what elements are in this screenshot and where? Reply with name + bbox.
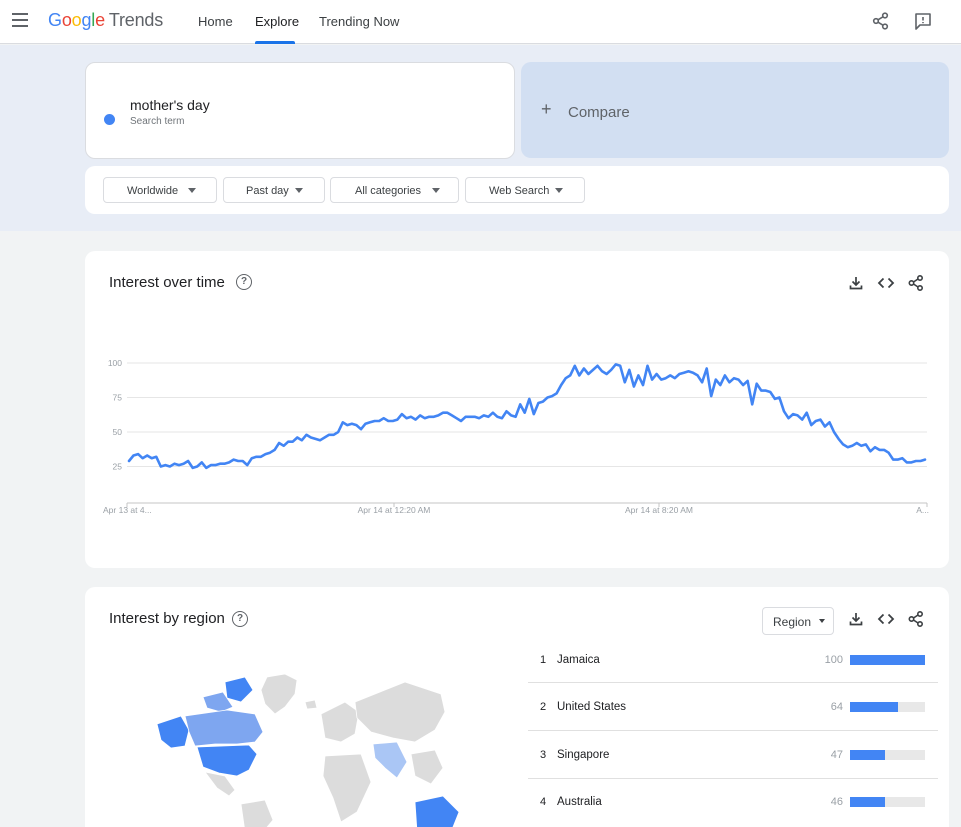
region-name: United States [557,701,627,713]
region-row[interactable]: 4 Australia 46 [528,780,938,827]
chevron-down-icon [432,188,440,193]
x-tick-label: Apr 13 at 4... [103,505,152,515]
share-icon[interactable] [907,610,925,628]
map-region-united-states[interactable] [196,744,258,777]
map-region-europe[interactable] [320,701,360,743]
embed-icon[interactable] [877,610,895,628]
filter-time-range[interactable]: Past day [223,177,325,203]
region-value: 100 [824,654,843,666]
tab-trending-now[interactable]: Trending Now [319,14,399,29]
region-value: 46 [830,796,843,808]
interest-over-time-card: Interest over time ? 100 75 50 25 Apr 13 at … [85,251,949,568]
region-value: 47 [830,749,843,761]
y-tick-label: 50 [113,427,123,437]
interest-over-time-chart[interactable]: 100 75 50 25 Apr 13 at 4... Apr 14 at 12:20 A… [85,341,949,611]
chevron-down-icon [295,188,303,193]
region-rank: 2 [540,701,547,713]
region-rank: 1 [540,654,547,666]
region-value: 64 [830,701,843,713]
x-tick-label: Apr 14 at 8:20 AM [625,505,693,515]
region-name: Australia [557,796,602,808]
region-bar-fill [850,750,886,760]
search-term: mother's day [130,97,210,113]
x-tick-label: A... [916,505,929,515]
download-icon[interactable] [847,274,865,292]
y-tick-label: 25 [113,462,123,472]
map-region-iceland[interactable] [304,699,318,710]
help-icon[interactable]: ? [232,611,248,627]
region-bar [850,655,925,665]
y-tick-label: 75 [113,393,123,403]
series-line[interactable] [127,363,927,470]
compare-button[interactable]: + Compare [521,62,949,158]
region-name: Singapore [557,749,610,761]
filter-location[interactable]: Worldwide [103,177,217,203]
map-region-south-america[interactable] [240,799,274,827]
region-resolution-select[interactable]: Region [762,607,834,635]
region-row[interactable]: 1 Jamaica 100 [528,636,938,683]
help-icon[interactable]: ? [236,274,252,290]
share-icon[interactable] [871,11,891,31]
tab-home[interactable]: Home [198,14,233,29]
chevron-down-icon [819,619,825,623]
filter-label: Web Search [489,185,550,197]
filter-label: Past day [246,185,289,197]
map-region-asia[interactable] [354,681,446,743]
search-term-card[interactable]: mother's day Search term [85,62,515,159]
menu-icon[interactable] [12,13,28,27]
embed-icon[interactable] [877,274,895,292]
chevron-down-icon [555,188,563,193]
map-region-alaska[interactable] [156,715,190,749]
search-term-type: Search term [130,116,185,127]
top-bar: Google Trends Home Explore Trending Now [0,0,961,44]
map-region-canada-north[interactable] [224,676,254,703]
map-region-greenland[interactable] [260,673,298,715]
select-label: Region [773,615,812,629]
filter-label: All categories [355,185,422,197]
filters-bar: Worldwide Past day All categories Web Se… [85,166,949,214]
world-map[interactable] [145,672,465,827]
filter-label: Worldwide [127,185,179,197]
region-bar-fill [850,655,925,665]
map-region-africa[interactable] [322,753,372,823]
region-rank: 3 [540,749,547,761]
region-row[interactable]: 3 Singapore 47 [528,732,938,779]
x-tick-label: Apr 14 at 12:20 AM [358,505,431,515]
region-rank: 4 [540,796,547,808]
map-region-canada[interactable] [184,709,264,747]
interest-by-region-card: Interest by region ? Region 1 Jamaica 10… [85,587,949,827]
region-bar-fill [850,797,885,807]
filter-category[interactable]: All categories [330,177,459,203]
feedback-icon[interactable] [913,11,933,31]
card-title: Interest over time [109,274,225,291]
active-tab-indicator [255,41,295,44]
region-bar [850,702,925,712]
region-row[interactable]: 2 United States 64 [528,684,938,731]
share-icon[interactable] [907,274,925,292]
region-bar [850,797,925,807]
region-bar-fill [850,702,898,712]
map-region-india[interactable] [372,741,408,779]
chevron-down-icon [188,188,196,193]
term-color-dot [104,114,115,125]
map-region-australia[interactable] [414,795,460,827]
google-trends-logo[interactable]: Google Trends [48,10,163,31]
filter-search-type[interactable]: Web Search [465,177,585,203]
tab-explore[interactable]: Explore [255,14,299,29]
plus-icon: + [541,99,552,119]
card-title: Interest by region [109,610,225,627]
region-bar [850,750,925,760]
download-icon[interactable] [847,610,865,628]
y-tick-label: 100 [108,358,122,368]
map-region-mexico[interactable] [204,771,236,797]
map-region-southeast-asia[interactable] [410,749,444,785]
compare-label: Compare [568,104,630,121]
region-name: Jamaica [557,654,600,666]
